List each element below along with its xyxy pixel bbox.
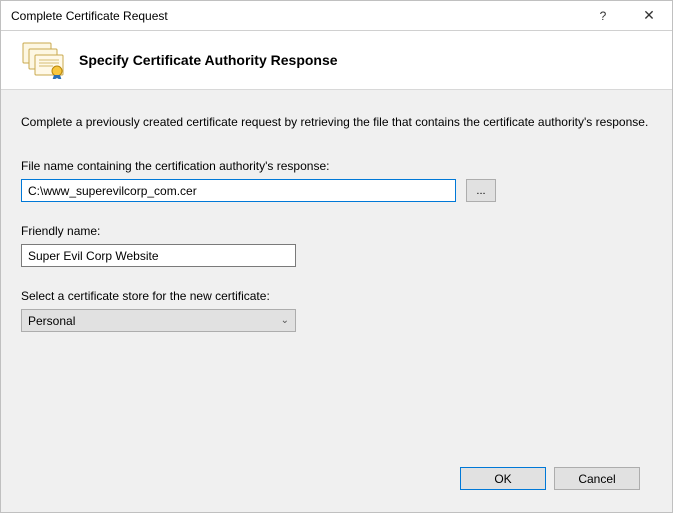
certificate-store-label: Select a certificate store for the new c… bbox=[21, 289, 652, 303]
friendly-name-input[interactable] bbox=[21, 244, 296, 267]
browse-button[interactable]: ... bbox=[466, 179, 496, 202]
certificate-icon bbox=[19, 41, 69, 79]
window-controls: ? ✕ bbox=[580, 1, 672, 30]
title-bar: Complete Certificate Request ? ✕ bbox=[1, 1, 672, 31]
dialog-heading: Specify Certificate Authority Response bbox=[79, 52, 338, 68]
help-button[interactable]: ? bbox=[580, 1, 626, 30]
dialog-header: Specify Certificate Authority Response bbox=[1, 31, 672, 89]
file-name-input[interactable] bbox=[21, 179, 456, 202]
certificate-store-select[interactable]: Personal ⌄ bbox=[21, 309, 296, 332]
close-button[interactable]: ✕ bbox=[626, 1, 672, 30]
cancel-button[interactable]: Cancel bbox=[554, 467, 640, 490]
friendly-name-label: Friendly name: bbox=[21, 224, 652, 238]
chevron-down-icon: ⌄ bbox=[281, 315, 289, 326]
intro-text: Complete a previously created certificat… bbox=[21, 114, 652, 131]
dialog-content: Complete a previously created certificat… bbox=[1, 89, 672, 512]
file-name-label: File name containing the certification a… bbox=[21, 159, 652, 173]
window-title: Complete Certificate Request bbox=[11, 9, 168, 23]
ok-button[interactable]: OK bbox=[460, 467, 546, 490]
dialog-footer: OK Cancel bbox=[21, 457, 652, 502]
certificate-store-value: Personal bbox=[28, 314, 75, 328]
